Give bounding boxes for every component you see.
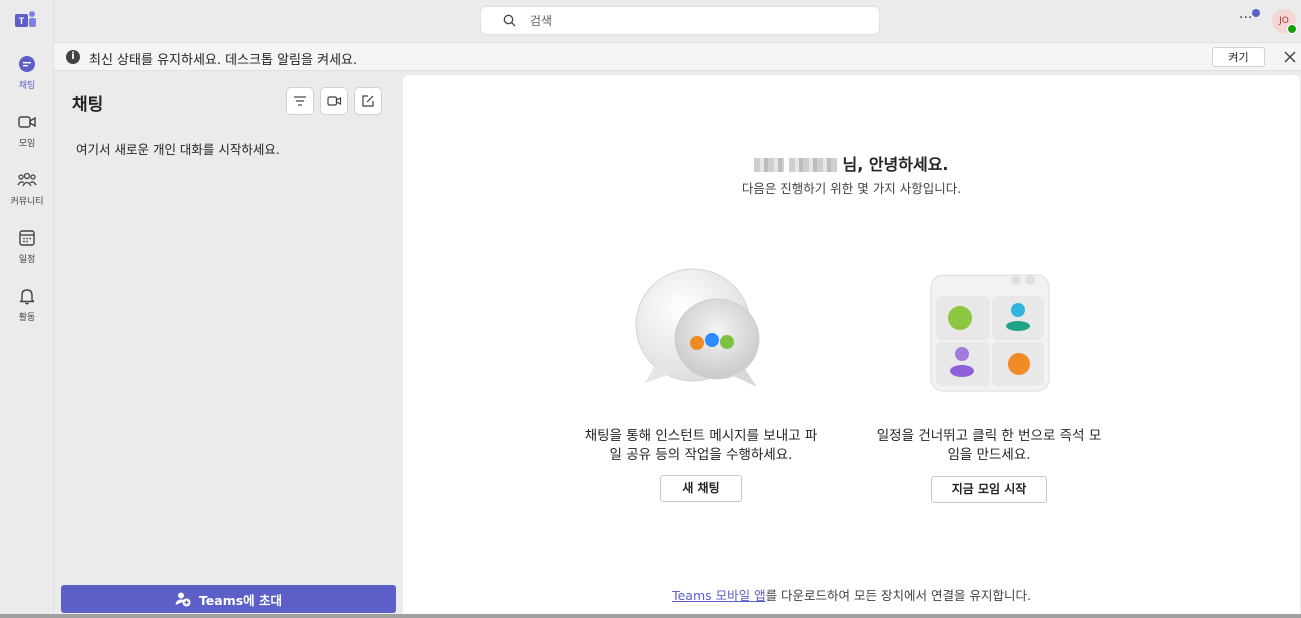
app-rail: T 채팅 모임 커뮤니티 일정 활동 bbox=[0, 0, 54, 618]
rail-item-label: 모임 bbox=[18, 139, 36, 149]
notification-banner: i 최신 상태를 유지하세요. 데스크톱 알림을 켜세요. 켜기 bbox=[54, 42, 1301, 71]
page-title: 채팅 bbox=[72, 95, 104, 115]
rail-item-label: 활동 bbox=[18, 313, 36, 323]
empty-chat-message: 여기서 새로운 개인 대화를 시작하세요. bbox=[76, 142, 280, 157]
turn-on-button[interactable]: 켜기 bbox=[1212, 47, 1265, 67]
invite-button-label: Teams에 초대 bbox=[198, 592, 283, 608]
svg-text:T: T bbox=[19, 16, 25, 26]
meeting-feature-description: 일정을 건너뛰고 클릭 한 번으로 즉석 모임을 만드세요. bbox=[876, 428, 1102, 463]
taskbar-edge bbox=[0, 614, 1301, 618]
greeting-subtitle: 다음은 진행하기 위한 몇 가지 사항입니다. bbox=[741, 181, 962, 196]
chat-feature-card: 채팅을 통해 인스턴트 메시지를 보내고 파일 공유 등의 작업을 수행하세요.… bbox=[581, 427, 821, 502]
filter-button[interactable] bbox=[286, 87, 314, 115]
chat-icon bbox=[15, 52, 39, 76]
search-input[interactable]: 검색 bbox=[480, 6, 880, 35]
meeting-feature-card: 일정을 건너뛰고 클릭 한 번으로 즉석 모임을 만드세요. 지금 모임 시작 bbox=[871, 427, 1107, 503]
notification-dot bbox=[1252, 9, 1260, 17]
info-icon: i bbox=[66, 50, 80, 64]
chat-bubbles-illustration bbox=[635, 265, 765, 395]
community-icon bbox=[15, 168, 39, 192]
rail-item-label: 채팅 bbox=[18, 81, 36, 91]
rail-item-activity[interactable]: 활동 bbox=[0, 284, 54, 334]
presence-available-icon bbox=[1287, 24, 1297, 34]
main-content: 님, 안녕하세요. 다음은 진행하기 위한 몇 가지 사항입니다. 채팅을 통해… bbox=[403, 75, 1300, 615]
rail-item-community[interactable]: 커뮤니티 bbox=[0, 168, 54, 218]
rail-item-chat[interactable]: 채팅 bbox=[0, 52, 54, 102]
rail-item-label: 일정 bbox=[18, 255, 36, 265]
video-icon bbox=[326, 96, 341, 106]
rail-item-label: 커뮤니티 bbox=[10, 197, 44, 207]
greeting-text: 님, 안녕하세요. bbox=[842, 155, 949, 174]
meet-now-start-button[interactable]: 지금 모임 시작 bbox=[930, 476, 1048, 503]
top-bar: 검색 ··· JO bbox=[54, 0, 1301, 42]
mobile-app-link[interactable]: Teams 모바일 앱 bbox=[672, 588, 766, 603]
meet-now-button[interactable] bbox=[320, 87, 348, 115]
greeting: 님, 안녕하세요. bbox=[403, 151, 1300, 175]
new-chat-button[interactable]: 새 채팅 bbox=[660, 475, 742, 502]
footer-message: Teams 모바일 앱를 다운로드하여 모든 장치에서 연결을 유지합니다. bbox=[403, 585, 1300, 604]
meeting-grid-illustration bbox=[930, 270, 1050, 392]
bell-icon bbox=[15, 284, 39, 308]
new-chat-compose-button[interactable] bbox=[354, 87, 382, 115]
redacted-name bbox=[754, 158, 785, 172]
banner-message: 최신 상태를 유지하세요. 데스크톱 알림을 켜세요. bbox=[89, 53, 358, 68]
filter-icon bbox=[294, 96, 306, 106]
rail-item-calendar[interactable]: 일정 bbox=[0, 226, 54, 276]
chat-list-pane: 채팅 여기서 새로운 개인 대화를 시작하세요. Teams에 초대 bbox=[54, 72, 402, 618]
invite-to-teams-button[interactable]: Teams에 초대 bbox=[61, 585, 396, 613]
rail-item-meet[interactable]: 모임 bbox=[0, 110, 54, 160]
search-placeholder: 검색 bbox=[530, 14, 553, 28]
calendar-icon bbox=[15, 226, 39, 250]
close-icon[interactable] bbox=[1280, 47, 1300, 67]
add-person-icon bbox=[175, 592, 191, 607]
redacted-name bbox=[789, 158, 838, 172]
footer-text: 를 다운로드하여 모든 장치에서 연결을 유지합니다. bbox=[765, 588, 1031, 603]
teams-logo-icon[interactable]: T bbox=[15, 10, 37, 30]
compose-icon bbox=[362, 95, 374, 107]
video-icon bbox=[15, 110, 39, 134]
chat-feature-description: 채팅을 통해 인스턴트 메시지를 보내고 파일 공유 등의 작업을 수행하세요. bbox=[584, 428, 818, 463]
search-icon bbox=[503, 14, 516, 27]
